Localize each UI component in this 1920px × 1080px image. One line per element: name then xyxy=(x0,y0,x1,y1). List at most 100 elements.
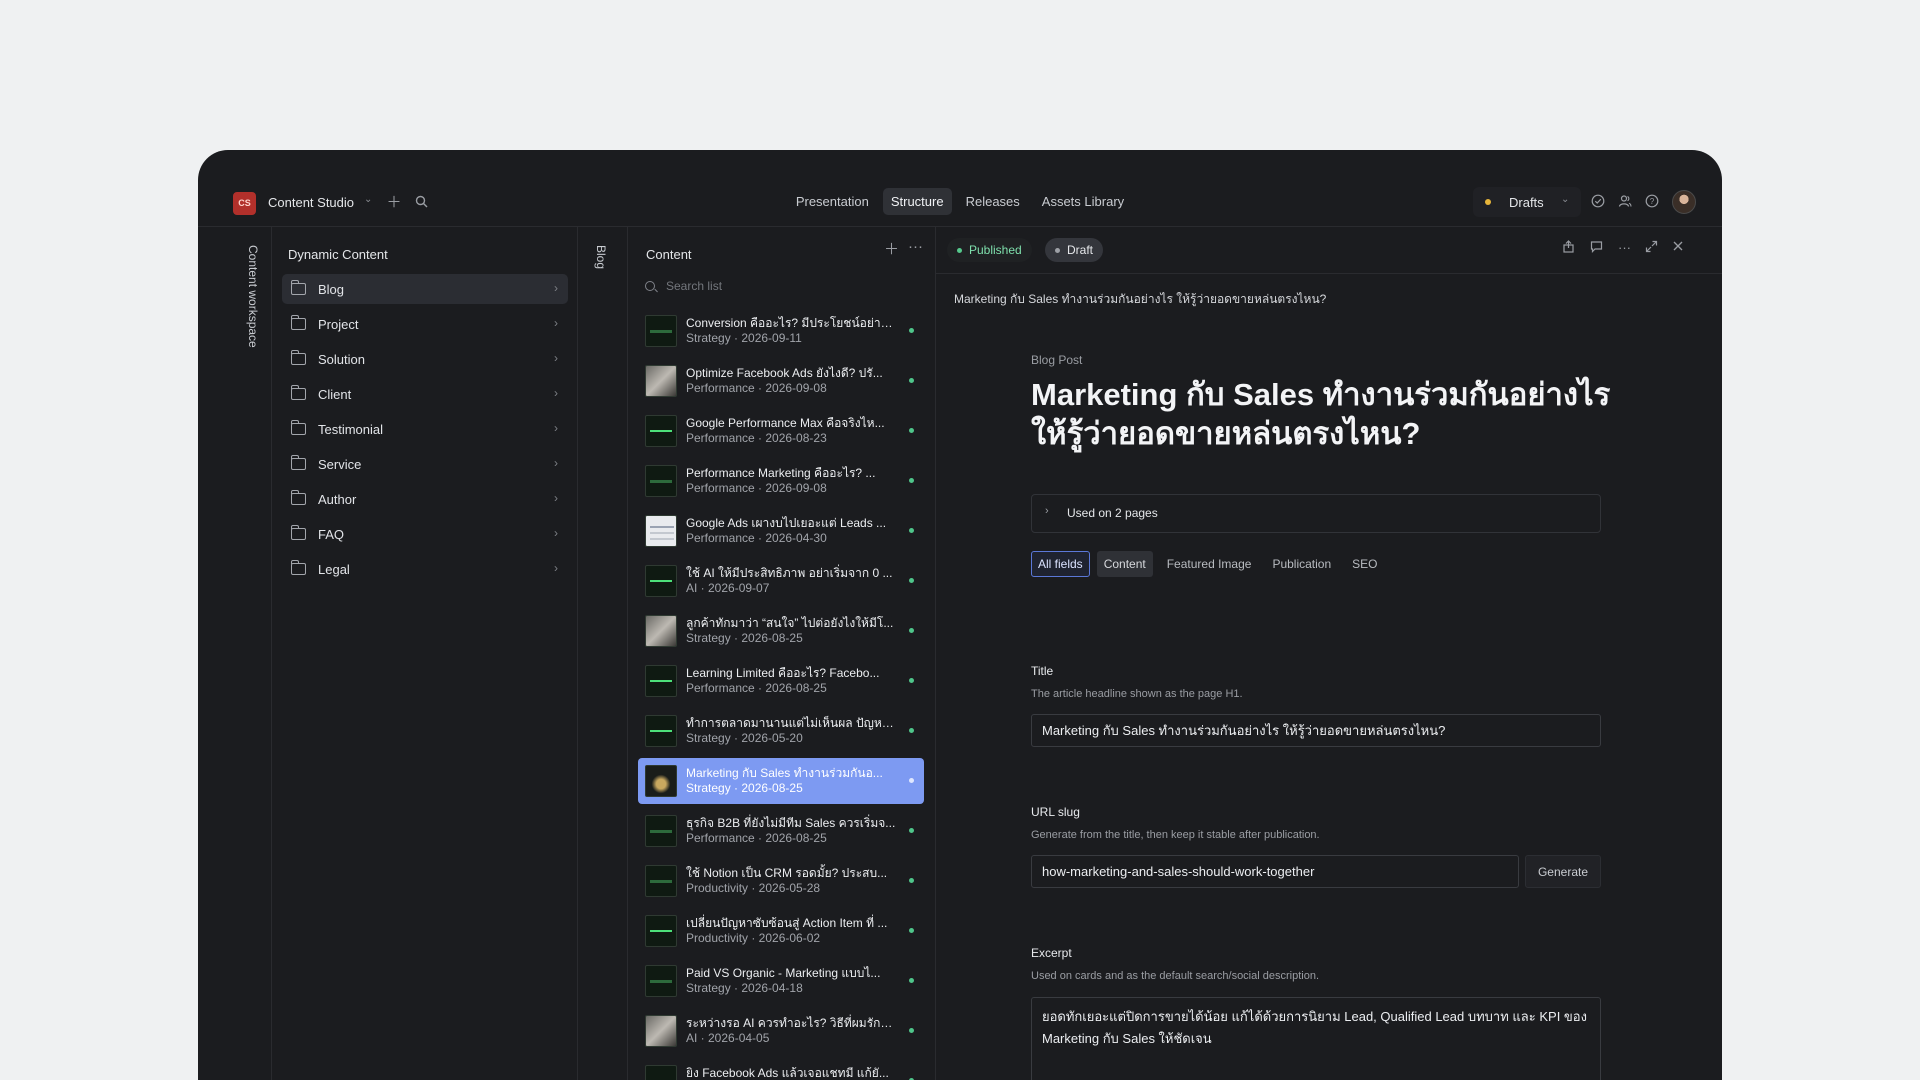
list-item-meta: Productivity · 2026-06-02 xyxy=(686,931,821,945)
workspace-rail: Content workspace xyxy=(198,227,272,1080)
folder-label: Testimonial xyxy=(318,422,384,437)
status-dot xyxy=(909,978,914,983)
folder-item-legal[interactable]: Legal › xyxy=(282,554,568,584)
list-item[interactable]: Paid VS Organic - Marketing แบบไ... Stra… xyxy=(638,958,924,1004)
used-on-pages-toggle[interactable]: › Used on 2 pages xyxy=(1031,494,1601,533)
excerpt-textarea[interactable]: ยอดทักเยอะแต่ปิดการขายได้น้อย แก้ได้ด้วย… xyxy=(1031,997,1601,1080)
more-icon[interactable]: ··· xyxy=(908,238,923,255)
search-list-input[interactable] xyxy=(666,276,916,296)
close-icon[interactable] xyxy=(1672,240,1684,255)
blog-rail: Blog xyxy=(578,227,628,1080)
folder-icon xyxy=(291,560,306,575)
list-item[interactable]: ทำการตลาดมานานแต่ไม่เห็นผล ปัญหา... Stra… xyxy=(638,708,924,754)
folder-label: Blog xyxy=(318,282,345,297)
slug-field-label: URL slug xyxy=(1031,805,1080,819)
share-icon[interactable] xyxy=(1562,240,1575,256)
folder-item-blog[interactable]: Blog › xyxy=(282,274,568,304)
users-icon[interactable] xyxy=(1614,190,1636,212)
folder-item-project[interactable]: Project › xyxy=(282,309,568,339)
folder-label: Project xyxy=(318,317,359,332)
folder-icon xyxy=(291,350,306,365)
folder-item-testimonial[interactable]: Testimonial › xyxy=(282,414,568,444)
status-published-tab[interactable]: Published xyxy=(947,238,1032,262)
user-avatar[interactable] xyxy=(1672,190,1696,214)
content-list-pane: Content ＋ ··· Conversion คืออะไร? มีประโ… xyxy=(628,227,936,1080)
drafts-dropdown[interactable]: Drafts ⌄ xyxy=(1473,187,1581,217)
check-circle-icon[interactable] xyxy=(1587,190,1609,212)
status-dot xyxy=(909,778,914,783)
nav-structure[interactable]: Structure xyxy=(882,188,952,215)
list-item[interactable]: ยิง Facebook Ads แล้วเจอแชทมี แก้ยั... xyxy=(638,1058,924,1080)
list-item[interactable]: Learning Limited คืออะไร? Facebo... Perf… xyxy=(638,658,924,704)
chevron-right-icon: › xyxy=(554,421,558,435)
list-item-meta: Strategy · 2026-08-25 xyxy=(686,631,803,645)
folder-item-client[interactable]: Client › xyxy=(282,379,568,409)
nav-releases[interactable]: Releases xyxy=(958,188,1028,215)
chevron-right-icon: › xyxy=(554,351,558,365)
list-item[interactable]: ใช้ Notion เป็น CRM รอดมั้ย? ประสบ... Pr… xyxy=(638,858,924,904)
folder-item-solution[interactable]: Solution › xyxy=(282,344,568,374)
chevron-right-icon: › xyxy=(554,281,558,295)
list-item-meta: Performance · 2026-09-08 xyxy=(686,381,827,395)
list-item[interactable]: ธุรกิจ B2B ที่ยังไม่มีทีม Sales ควรเริ่ม… xyxy=(638,808,924,854)
excerpt-field-help: Used on cards and as the default search/… xyxy=(1031,970,1319,982)
help-icon[interactable]: ? xyxy=(1641,190,1663,212)
dynamic-content-pane: Dynamic Content Blog › Project › Solutio… xyxy=(272,227,578,1080)
nav-presentation[interactable]: Presentation xyxy=(788,188,877,215)
divider xyxy=(936,273,1722,274)
workspace-label[interactable]: Content workspace xyxy=(246,245,260,348)
list-item-meta: Productivity · 2026-05-28 xyxy=(686,881,821,895)
status-draft-tab[interactable]: Draft xyxy=(1045,238,1104,262)
tab-publication[interactable]: Publication xyxy=(1265,551,1338,577)
expand-icon[interactable] xyxy=(1645,240,1658,256)
tab-seo[interactable]: SEO xyxy=(1345,551,1384,577)
folder-icon xyxy=(291,420,306,435)
tab-all-fields[interactable]: All fields xyxy=(1031,551,1090,577)
thumbnail xyxy=(645,715,677,747)
chevron-right-icon: › xyxy=(554,386,558,400)
thumbnail xyxy=(645,765,677,797)
folder-label: Service xyxy=(318,457,362,472)
title-input[interactable] xyxy=(1031,714,1601,747)
tab-content[interactable]: Content xyxy=(1096,551,1153,577)
blog-rail-label[interactable]: Blog xyxy=(594,245,608,269)
list-item[interactable]: Google Ads เผางบไปเยอะแต่ Leads ... Perf… xyxy=(638,508,924,554)
list-item[interactable]: Conversion คืออะไร? มีประโยชน์อย่างไ... … xyxy=(638,308,924,354)
list-item-meta: Performance · 2026-09-08 xyxy=(686,481,827,495)
thumbnail xyxy=(645,365,677,397)
plus-icon[interactable]: ＋ xyxy=(884,238,899,259)
tab-featured-image[interactable]: Featured Image xyxy=(1160,551,1259,577)
list-item[interactable]: Performance Marketing คืออะไร? ... Perfo… xyxy=(638,458,924,504)
thumbnail xyxy=(645,415,677,447)
slug-input[interactable] xyxy=(1031,855,1519,888)
folder-item-author[interactable]: Author › xyxy=(282,484,568,514)
list-item[interactable]: Optimize Facebook Ads ยังไงดี? ปรั... Pe… xyxy=(638,358,924,404)
status-dot xyxy=(909,528,914,533)
folder-item-faq[interactable]: FAQ › xyxy=(282,519,568,549)
more-icon[interactable]: ··· xyxy=(1618,240,1631,255)
list-item[interactable]: ลูกค้าทักมาว่า “สนใจ” ไปต่อยังไงให้มีโ..… xyxy=(638,608,924,654)
status-dot xyxy=(909,928,914,933)
list-item[interactable]: เปลี่ยนปัญหาซับซ้อนสู่ Action Item ที่ .… xyxy=(638,908,924,954)
comment-icon[interactable] xyxy=(1590,240,1603,256)
chevron-right-icon: › xyxy=(554,316,558,330)
generate-slug-button[interactable]: Generate xyxy=(1525,855,1601,888)
nav-assets-library[interactable]: Assets Library xyxy=(1034,188,1132,215)
list-item-meta: AI · 2026-09-07 xyxy=(686,581,770,595)
list-item[interactable]: ใช้ AI ให้มีประสิทธิภาพ อย่าเริ่มจาก 0 .… xyxy=(638,558,924,604)
document-type: Blog Post xyxy=(1031,353,1083,367)
thumbnail xyxy=(645,915,677,947)
list-item-meta: Strategy · 2026-09-11 xyxy=(686,331,802,345)
list-item-meta: Performance · 2026-08-23 xyxy=(686,431,827,445)
folder-icon xyxy=(291,455,306,470)
pane-title: Dynamic Content xyxy=(288,247,388,262)
list-item-selected[interactable]: Marketing กับ Sales ทำงานร่วมกันอ... Str… xyxy=(638,758,924,804)
list-item[interactable]: Google Performance Max คือจริงไห... Perf… xyxy=(638,408,924,454)
list-item-meta: AI · 2026-04-05 xyxy=(686,1031,770,1045)
svg-text:?: ? xyxy=(1650,197,1655,206)
thumbnail xyxy=(645,1065,677,1080)
folder-item-service[interactable]: Service › xyxy=(282,449,568,479)
list-item[interactable]: ระหว่างรอ AI ควรทำอะไร? วิธีที่ผมรักษ...… xyxy=(638,1008,924,1054)
slug-field-help: Generate from the title, then keep it st… xyxy=(1031,829,1320,841)
thumbnail xyxy=(645,1015,677,1047)
